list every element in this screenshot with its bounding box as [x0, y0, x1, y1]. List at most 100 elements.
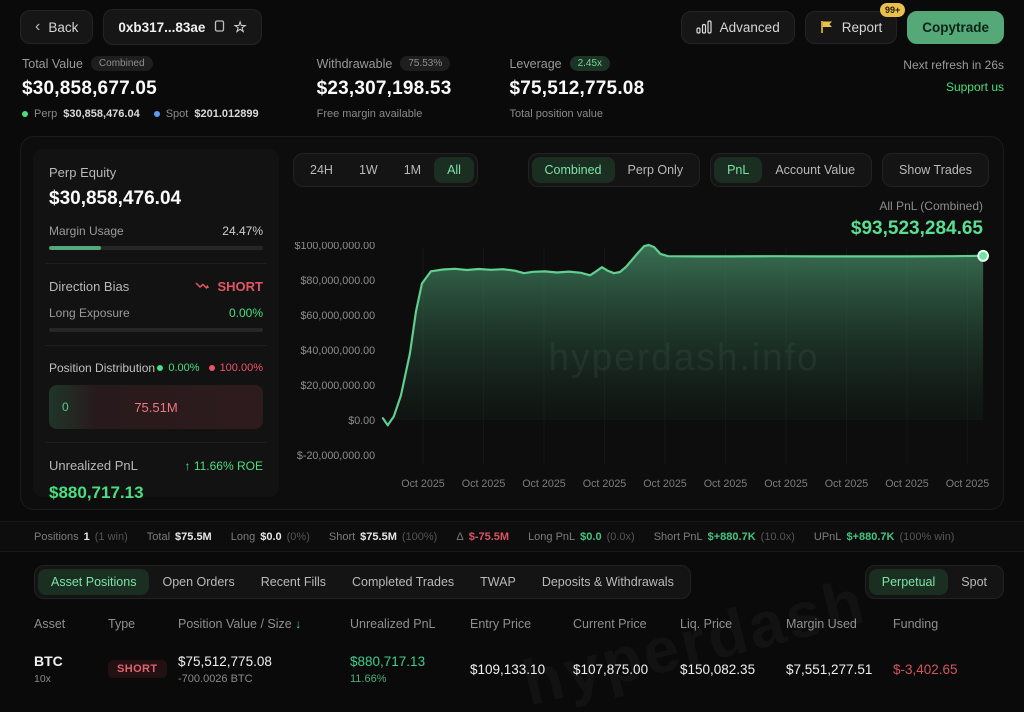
long-exposure-bar [49, 328, 263, 332]
market-perpetual[interactable]: Perpetual [869, 569, 949, 595]
col-entry-price[interactable]: Entry Price [470, 599, 573, 641]
positions-summary-strip: Positions 1 (1 win) Total $75.5M Long $0… [0, 521, 1024, 552]
y-axis-label: $100,000,000.00 [295, 242, 376, 252]
mode-combined[interactable]: Combined [532, 157, 615, 183]
copy-icon[interactable] [213, 20, 225, 34]
col-position-value[interactable]: Position Value / Size ↓ [178, 599, 350, 641]
pnl-chart[interactable]: Oct 2025Oct 2025Oct 2025Oct 2025Oct 2025… [293, 242, 989, 501]
roe-value: 11.66% ROE [194, 459, 263, 473]
report-button-wrap: Report 99+ [805, 11, 898, 44]
col-margin-used[interactable]: Margin Used [786, 599, 893, 641]
advanced-button[interactable]: Advanced [681, 11, 795, 44]
cell-type-badge: SHORT [108, 660, 167, 678]
withdrawable-sub: Free margin available [317, 108, 423, 120]
position-distribution-bar: 0 75.51M [49, 385, 263, 429]
range-24h[interactable]: 24H [297, 157, 346, 183]
trend-down-icon [195, 279, 212, 294]
long-pct: 0.00% [168, 362, 199, 374]
combined-badge: Combined [91, 56, 153, 71]
y-axis-label: $-20,000,000.00 [297, 450, 375, 462]
margin-usage-label: Margin Usage [49, 224, 124, 238]
x-axis-label: Oct 2025 [764, 478, 808, 490]
table-row[interactable]: BTC 10x SHORT $75,512,775.08 -700.0026 B… [34, 641, 990, 699]
col-liq-price[interactable]: Liq. Price [680, 599, 786, 641]
x-axis-label: Oct 2025 [462, 478, 506, 490]
portfolio-card: Perp Equity $30,858,476.04 Margin Usage … [20, 136, 1004, 510]
col-type[interactable]: Type [108, 599, 178, 641]
summary-short-pnl: Short PnL $+880.7K (10.0x) [654, 531, 795, 543]
back-button[interactable]: ‹ Back [20, 10, 93, 44]
x-axis-label: Oct 2025 [583, 478, 627, 490]
col-unrealized-pnl[interactable]: Unrealized PnL [350, 599, 470, 641]
bottom-tabs-row: Asset Positions Open Orders Recent Fills… [34, 565, 1004, 599]
show-trades-group: Show Trades [882, 153, 989, 187]
long-dot [157, 365, 163, 371]
positions-tabs-group: Asset Positions Open Orders Recent Fills… [34, 565, 691, 599]
leverage-sub: Total position value [509, 108, 603, 120]
y-axis-label: $0.00 [348, 415, 375, 427]
x-axis-label: Oct 2025 [885, 478, 929, 490]
leverage-amount: $75,512,775.08 [509, 78, 644, 100]
cell-liq-price: $150,082.35 [680, 650, 786, 691]
perp-value: $30,858,476.04 [63, 108, 139, 120]
mode-toggle-group: Combined Perp Only [528, 153, 701, 187]
margin-usage-value: 24.47% [222, 224, 263, 238]
advanced-label: Advanced [720, 20, 780, 35]
top-bar-actions: Advanced Report 99+ Copytrade [681, 11, 1004, 44]
tab-asset-positions[interactable]: Asset Positions [38, 569, 149, 595]
col-asset[interactable]: Asset [34, 599, 108, 641]
withdrawable-label: Withdrawable [317, 57, 393, 71]
show-trades-button[interactable]: Show Trades [886, 157, 985, 183]
summary-total: Total $75.5M [147, 531, 212, 543]
chart-endpoint-dot [978, 251, 988, 261]
tab-open-orders[interactable]: Open Orders [149, 569, 247, 595]
mode-perp-only[interactable]: Perp Only [615, 157, 697, 183]
long-exposure-value: 0.00% [229, 306, 263, 320]
wallet-address: 0xb317...83ae [118, 20, 205, 35]
tab-recent-fills[interactable]: Recent Fills [248, 569, 339, 595]
cell-asset: BTC [34, 653, 108, 669]
range-all[interactable]: All [434, 157, 474, 183]
metric-toggle-group: PnL Account Value [710, 153, 872, 187]
star-icon[interactable]: ☆ [233, 18, 246, 36]
unrealized-pnl-value: $880,717.13 [49, 483, 263, 503]
market-spot[interactable]: Spot [948, 569, 1000, 595]
col-current-price[interactable]: Current Price [573, 599, 680, 641]
position-distribution-label: Position Distribution [49, 361, 155, 375]
cell-unrealized-pnl: $880,717.13 [350, 654, 470, 669]
tab-completed-trades[interactable]: Completed Trades [339, 569, 467, 595]
tab-twap[interactable]: TWAP [467, 569, 529, 595]
cell-funding: $-3,402.65 [893, 650, 990, 691]
col-funding[interactable]: Funding [893, 599, 990, 641]
cell-margin-used: $7,551,277.51 [786, 650, 893, 691]
stat-withdrawable: Withdrawable 75.53% $23,307,198.53 Free … [317, 56, 452, 120]
all-pnl-block: All PnL (Combined) $93,523,284.65 [293, 199, 989, 240]
withdrawable-amount: $23,307,198.53 [317, 78, 452, 100]
range-1w[interactable]: 1W [346, 157, 391, 183]
short-dot [209, 365, 215, 371]
support-us-link[interactable]: Support us [903, 80, 1004, 94]
wallet-address-pill[interactable]: 0xb317...83ae ☆ [103, 9, 262, 45]
perp-equity-label: Perp Equity [49, 165, 263, 180]
cell-pnl-pct: 11.66% [350, 673, 470, 685]
distribution-short-value: 75.51M [49, 400, 263, 415]
back-label: Back [48, 20, 78, 35]
metric-pnl[interactable]: PnL [714, 157, 762, 183]
copytrade-button[interactable]: Copytrade [907, 11, 1004, 44]
refresh-info: Next refresh in 26s Support us [903, 56, 1004, 120]
range-1m[interactable]: 1M [391, 157, 434, 183]
long-exposure-label: Long Exposure [49, 306, 130, 320]
back-chevron-icon: ‹ [35, 19, 40, 35]
y-axis-label: $60,000,000.00 [300, 310, 375, 322]
pnl-chart-svg[interactable]: Oct 2025Oct 2025Oct 2025Oct 2025Oct 2025… [293, 242, 989, 496]
direction-bias-label: Direction Bias [49, 279, 129, 294]
leverage-label: Leverage [509, 57, 561, 71]
cell-position-value: $75,512,775.08 [178, 654, 350, 669]
total-value-amount: $30,858,677.05 [22, 78, 259, 100]
distribution-long-value: 0 [62, 400, 69, 414]
cell-leverage: 10x [34, 673, 108, 685]
summary-delta: Δ $-75.5M [456, 531, 509, 543]
stat-leverage: Leverage 2.45x $75,512,775.08 Total posi… [509, 56, 644, 120]
tab-deposits-withdrawals[interactable]: Deposits & Withdrawals [529, 569, 687, 595]
metric-account-value[interactable]: Account Value [762, 157, 868, 183]
